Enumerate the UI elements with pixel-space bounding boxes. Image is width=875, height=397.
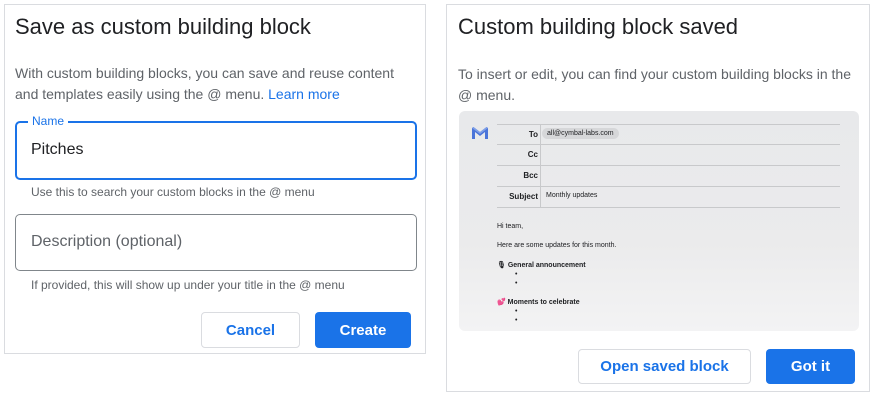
name-field[interactable]: Name Pitches [15,114,417,180]
hearts-icon: 💕 [497,299,506,306]
bullet: • [515,308,518,315]
dialog-description: With custom building blocks, you can sav… [15,63,415,105]
dialog-title: Save as custom building block [15,14,311,39]
cancel-button[interactable]: Cancel [201,312,300,348]
create-button[interactable]: Create [315,312,411,348]
description-field-placeholder: Description (optional) [31,233,183,250]
row-divider [540,145,541,165]
section-moments-to-celebrate: 💕 Moments to celebrate [497,298,580,306]
email-preview: To all@cymbal-labs.com Cc Bcc Subject Mo… [459,111,859,331]
subject-label: Subject [509,192,538,201]
subject-row: Subject Monthly updates [497,187,840,208]
section-title: General announcement [507,262,586,269]
bcc-row: Bcc [497,166,840,187]
row-divider [540,125,541,145]
cc-label: Cc [527,150,538,159]
gmail-icon [472,127,488,139]
dialog-description: To insert or edit, you can find your cus… [458,66,851,103]
learn-more-link[interactable]: Learn more [268,86,340,102]
greeting: Hi team, [497,223,524,230]
section-title: Moments to celebrate [507,299,580,306]
subject-value: Monthly updates [546,192,598,199]
bcc-label: Bcc [523,171,538,180]
open-saved-block-button[interactable]: Open saved block [578,349,751,384]
save-building-block-dialog: Save as custom building block With custo… [4,4,426,354]
cc-row: Cc [497,145,840,166]
to-label: To [528,130,538,139]
description-field[interactable]: Description (optional) [15,214,417,271]
intro-text: Here are some updates for this month. [497,242,617,249]
bullet: • [515,280,518,287]
name-field-label: Name [28,114,69,128]
got-it-button[interactable]: Got it [766,349,855,384]
name-field-helper: Use this to search your custom blocks in… [31,185,315,199]
name-field-value[interactable]: Pitches [31,141,83,159]
description-field-helper: If provided, this will show up under you… [31,278,345,292]
recipient-chip: all@cymbal-labs.com [542,128,619,139]
bullet: • [515,271,518,278]
microphone-icon: 🎙 [497,262,506,269]
section-general-announcement: 🎙 General announcement [497,261,586,269]
row-divider [540,166,541,186]
to-row: To all@cymbal-labs.com [497,124,840,145]
row-divider [540,187,541,207]
block-saved-dialog: Custom building block saved To insert or… [446,4,870,392]
dialog-title: Custom building block saved [458,14,739,39]
bullet: • [515,317,518,324]
